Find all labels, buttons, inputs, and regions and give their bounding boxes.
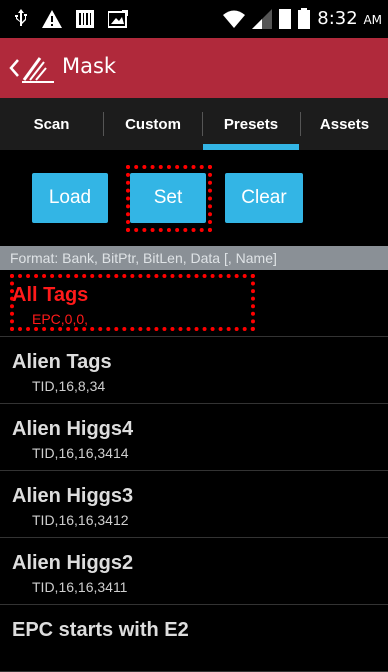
tab-bar: Scan Custom Presets Assets [0,98,388,150]
preset-name: Alien Tags [12,351,112,373]
preset-data: TID,16,16,3412 [32,512,129,528]
list-item[interactable]: EPC starts with E2 [0,605,388,672]
status-bar: 8:32 AM [0,0,388,38]
preset-name: Alien Higgs4 [12,418,134,440]
list-item[interactable]: Alien Higgs3 TID,16,16,3412 [0,471,388,538]
set-button-highlight [126,165,212,232]
all-tags-highlight [10,274,255,331]
app-logo-icon[interactable] [20,50,56,86]
image-icon [108,10,128,28]
wifi-icon [223,10,246,28]
barcode-icon [76,10,94,28]
action-bar: Mask [0,38,388,98]
list-item[interactable]: Alien Higgs4 TID,16,16,3414 [0,404,388,471]
preset-data: TID,16,16,3414 [32,445,129,461]
clear-button[interactable]: Clear [225,173,303,223]
signal-icon [252,8,273,29]
sim-icon [279,8,292,29]
tab-assets[interactable]: Assets [301,98,388,150]
system-icons: 8:32 AM [223,8,382,29]
preset-name: EPC starts with E2 [12,619,189,641]
tab-custom[interactable]: Custom [104,98,202,150]
preset-name: Alien Higgs3 [12,485,134,507]
preset-data: TID,16,16,3411 [32,579,128,595]
tab-presets[interactable]: Presets [203,98,299,150]
notification-icons [14,9,128,29]
tab-scan[interactable]: Scan [0,98,103,150]
warning-icon [42,10,62,28]
page-title: Mask [62,54,117,78]
preset-name: Alien Higgs2 [12,552,134,574]
preset-data: TID,16,8,34 [32,378,106,394]
format-hint: Format: Bank, BitPtr, BitLen, Data [, Na… [0,246,388,270]
clock: 8:32 AM [317,8,382,29]
list-item[interactable]: Alien Tags TID,16,8,34 [0,337,388,404]
battery-icon [298,8,311,29]
load-button[interactable]: Load [32,173,108,223]
usb-icon [15,9,27,26]
list-item[interactable]: Alien Higgs2 TID,16,16,3411 [0,538,388,605]
